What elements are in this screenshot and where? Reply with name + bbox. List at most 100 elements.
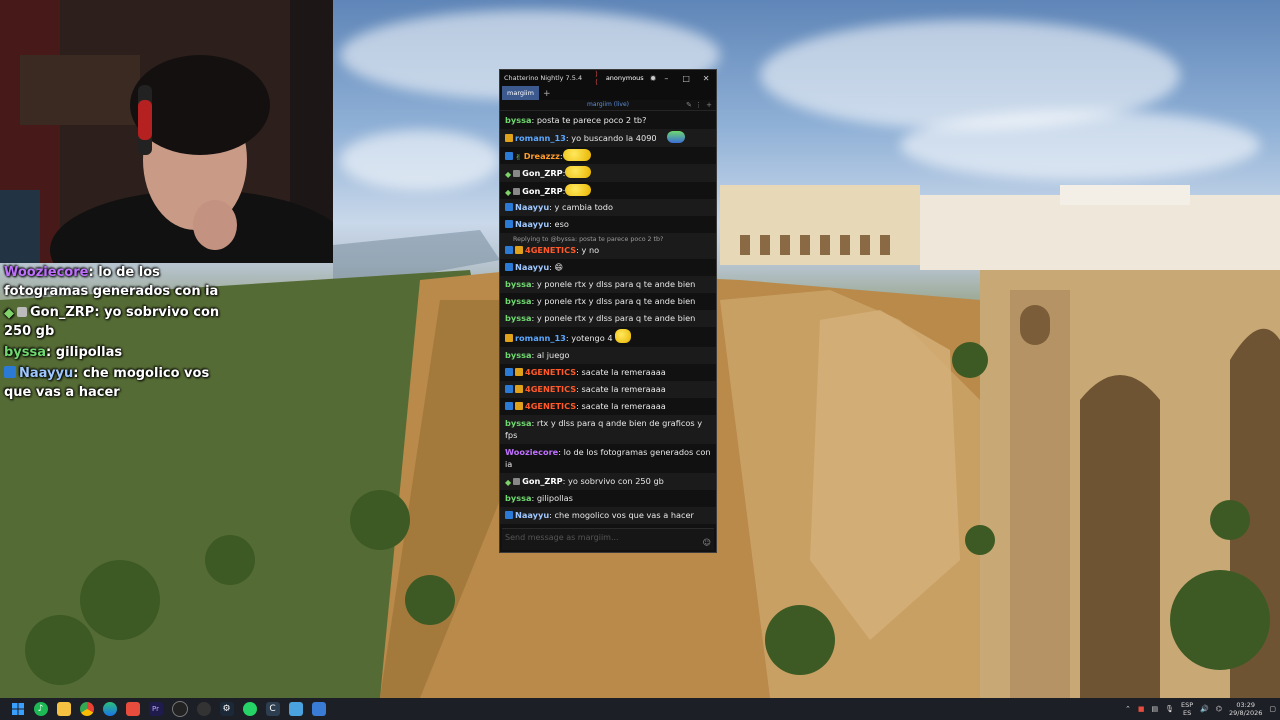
notifications-icon[interactable]: ▢ [1269,705,1276,713]
chatterino-app-icon[interactable] [125,702,140,716]
emote-icon[interactable] [565,166,592,179]
username[interactable]: byssa [505,493,531,503]
webcam-feed [0,0,333,263]
wifi-icon[interactable]: ⌬ [1216,705,1222,713]
notepad-icon[interactable] [288,702,303,716]
minimize-button[interactable]: – [656,74,676,83]
chrome-icon[interactable] [79,702,94,716]
chat-message[interactable]: Naayyu: eso [500,216,716,233]
chat-message[interactable]: ◆ Gon_ZRP: [500,182,716,200]
reply-context[interactable]: Replying to @byssa: posta te parece poco… [505,234,712,244]
chat-message[interactable]: 4GENETICS: sacate la remeraaaa [500,364,716,381]
username[interactable]: byssa [505,418,531,428]
whatsapp-icon[interactable] [242,702,257,716]
username[interactable]: 4GENETICS [525,401,576,411]
chat-message[interactable]: byssa: y ponele rtx y dlss para q te and… [500,275,716,293]
username[interactable]: Gon_ZRP [522,168,563,178]
streamer-mode-icon[interactable]: ⟩⟨ [595,70,600,86]
emote-icon[interactable] [565,183,592,196]
muted-icon [513,187,521,195]
premiere-icon[interactable]: Pr [148,702,163,716]
edge-icon[interactable] [102,702,117,716]
tray-app-icon[interactable]: ■ [1138,705,1145,713]
message-input[interactable]: Send message as margiim... ☺ [502,528,714,550]
username[interactable]: byssa [505,279,531,289]
username[interactable]: Dreazzz [524,151,560,161]
file-explorer-icon[interactable] [56,702,71,716]
emote-icon[interactable] [667,131,686,143]
chat-message[interactable]: 4GENETICS: sacate la remeraaaa [500,380,716,398]
chatterino-window[interactable]: Chatterino Nightly 7.5.4 ⟩⟨ anonymous ✹ … [499,69,717,553]
volume-icon[interactable]: 🔊 [1200,705,1209,713]
start-icon[interactable] [11,702,25,716]
mod-icon [505,134,513,142]
add-tab-button[interactable]: + [543,88,551,100]
chat-message[interactable]: romann_13: yotengo 4 [500,327,716,347]
username[interactable]: romann_13 [515,133,566,143]
chat-message[interactable]: Naayyu: y cambia todo [500,199,716,217]
username[interactable]: Naayyu [515,219,549,229]
chat-message[interactable]: byssa: y ponele rtx y dlss para q te and… [500,293,716,310]
username[interactable]: 4GENETICS [525,367,576,377]
emote-icon[interactable] [615,328,632,343]
chat-message[interactable]: Naayyu: che mogolico vos que vas a hacer [500,506,716,524]
window-titlebar[interactable]: Chatterino Nightly 7.5.4 ⟩⟨ anonymous ✹ … [500,70,716,86]
clock[interactable]: 03:29 29/8/2026 [1229,701,1262,717]
davinci-icon[interactable] [196,702,211,716]
overlay-nick: Wooziecore [4,265,89,280]
chat-message-reply[interactable]: Replying to @byssa: posta te parece poco… [500,233,716,259]
message-text: y cambia todo [554,202,613,213]
account-switcher[interactable]: anonymous [606,74,644,82]
message-list[interactable]: byssa: posta te parece poco 2 tb? romann… [500,112,716,526]
username[interactable]: byssa [505,115,531,125]
username[interactable]: Naayyu [515,202,549,212]
chat-message[interactable]: byssa: y ponele rtx y dlss para q te and… [500,309,716,327]
microphone-icon[interactable]: 🎙 [1165,705,1174,713]
username[interactable]: Naayyu [515,510,549,520]
chat-message[interactable]: ◆ Gon_ZRP: yo sobrvivo con 250 gb [500,472,716,490]
gear-icon[interactable]: ✹ [650,74,657,83]
chat-message[interactable]: byssa: gilipollas [500,490,716,507]
chat-message[interactable]: Naayyu: 😄 [500,259,716,276]
chat-message[interactable]: Wooziecore: lo de los fotogramas generad… [500,444,716,473]
chat-message[interactable]: byssa: rtx y dlss para q ande bien de gr… [500,414,716,444]
username[interactable]: Naayyu [515,262,549,272]
split-icon[interactable]: + [706,100,712,110]
chatterino-icon[interactable]: C [265,702,280,716]
chat-message[interactable]: ✌ Dreazzz: [500,147,716,165]
message-text: che mogolico vos que vas a hacer [554,509,694,520]
maximize-button[interactable]: □ [676,74,696,83]
chat-message[interactable]: byssa: al juego [500,346,716,364]
username[interactable]: byssa [505,296,531,306]
vip-icon [505,367,513,376]
obs-icon[interactable] [171,701,188,717]
tab-margiim[interactable]: margiim [502,86,539,100]
emoji-picker-icon[interactable]: ☺ [703,538,711,547]
emote-icon[interactable] [562,148,591,161]
username[interactable]: Gon_ZRP [522,186,563,196]
channel-header[interactable]: margiim (live) ✎ ⋮ + [500,100,716,111]
username[interactable]: 4GENETICS [525,245,576,255]
message-text: posta te parece poco 2 tb? [536,115,647,125]
chat-message[interactable]: 4GENETICS: sacate la remeraaaa [500,398,716,415]
username[interactable]: Gon_ZRP [522,476,563,486]
chat-message[interactable]: romann_13: yo buscando la 4090 [500,129,716,147]
language-indicator[interactable]: ESP ES [1181,701,1193,717]
calculator-icon[interactable] [311,702,326,716]
overlay-nick: byssa [4,345,47,360]
close-button[interactable]: ✕ [696,74,716,83]
more-options-icon[interactable]: ⋮ [695,100,702,110]
network-tray-icon[interactable]: ▤ [1152,705,1159,713]
username[interactable]: byssa [505,350,531,360]
username[interactable]: Wooziecore [505,447,558,457]
steam-icon[interactable]: ⚙ [219,702,234,716]
chat-message[interactable]: ◆ Gon_ZRP: [500,164,716,182]
username[interactable]: romann_13 [515,333,566,343]
username[interactable]: 4GENETICS [525,384,576,394]
overlay-message: byssa: gilipollas [4,345,123,360]
spotify-icon[interactable]: ♪ [33,702,48,716]
edit-icon[interactable]: ✎ [686,100,692,110]
chevron-up-icon[interactable]: ⌃ [1125,705,1131,713]
chat-message[interactable]: byssa: posta te parece poco 2 tb? [500,112,716,129]
username[interactable]: byssa [505,313,531,323]
